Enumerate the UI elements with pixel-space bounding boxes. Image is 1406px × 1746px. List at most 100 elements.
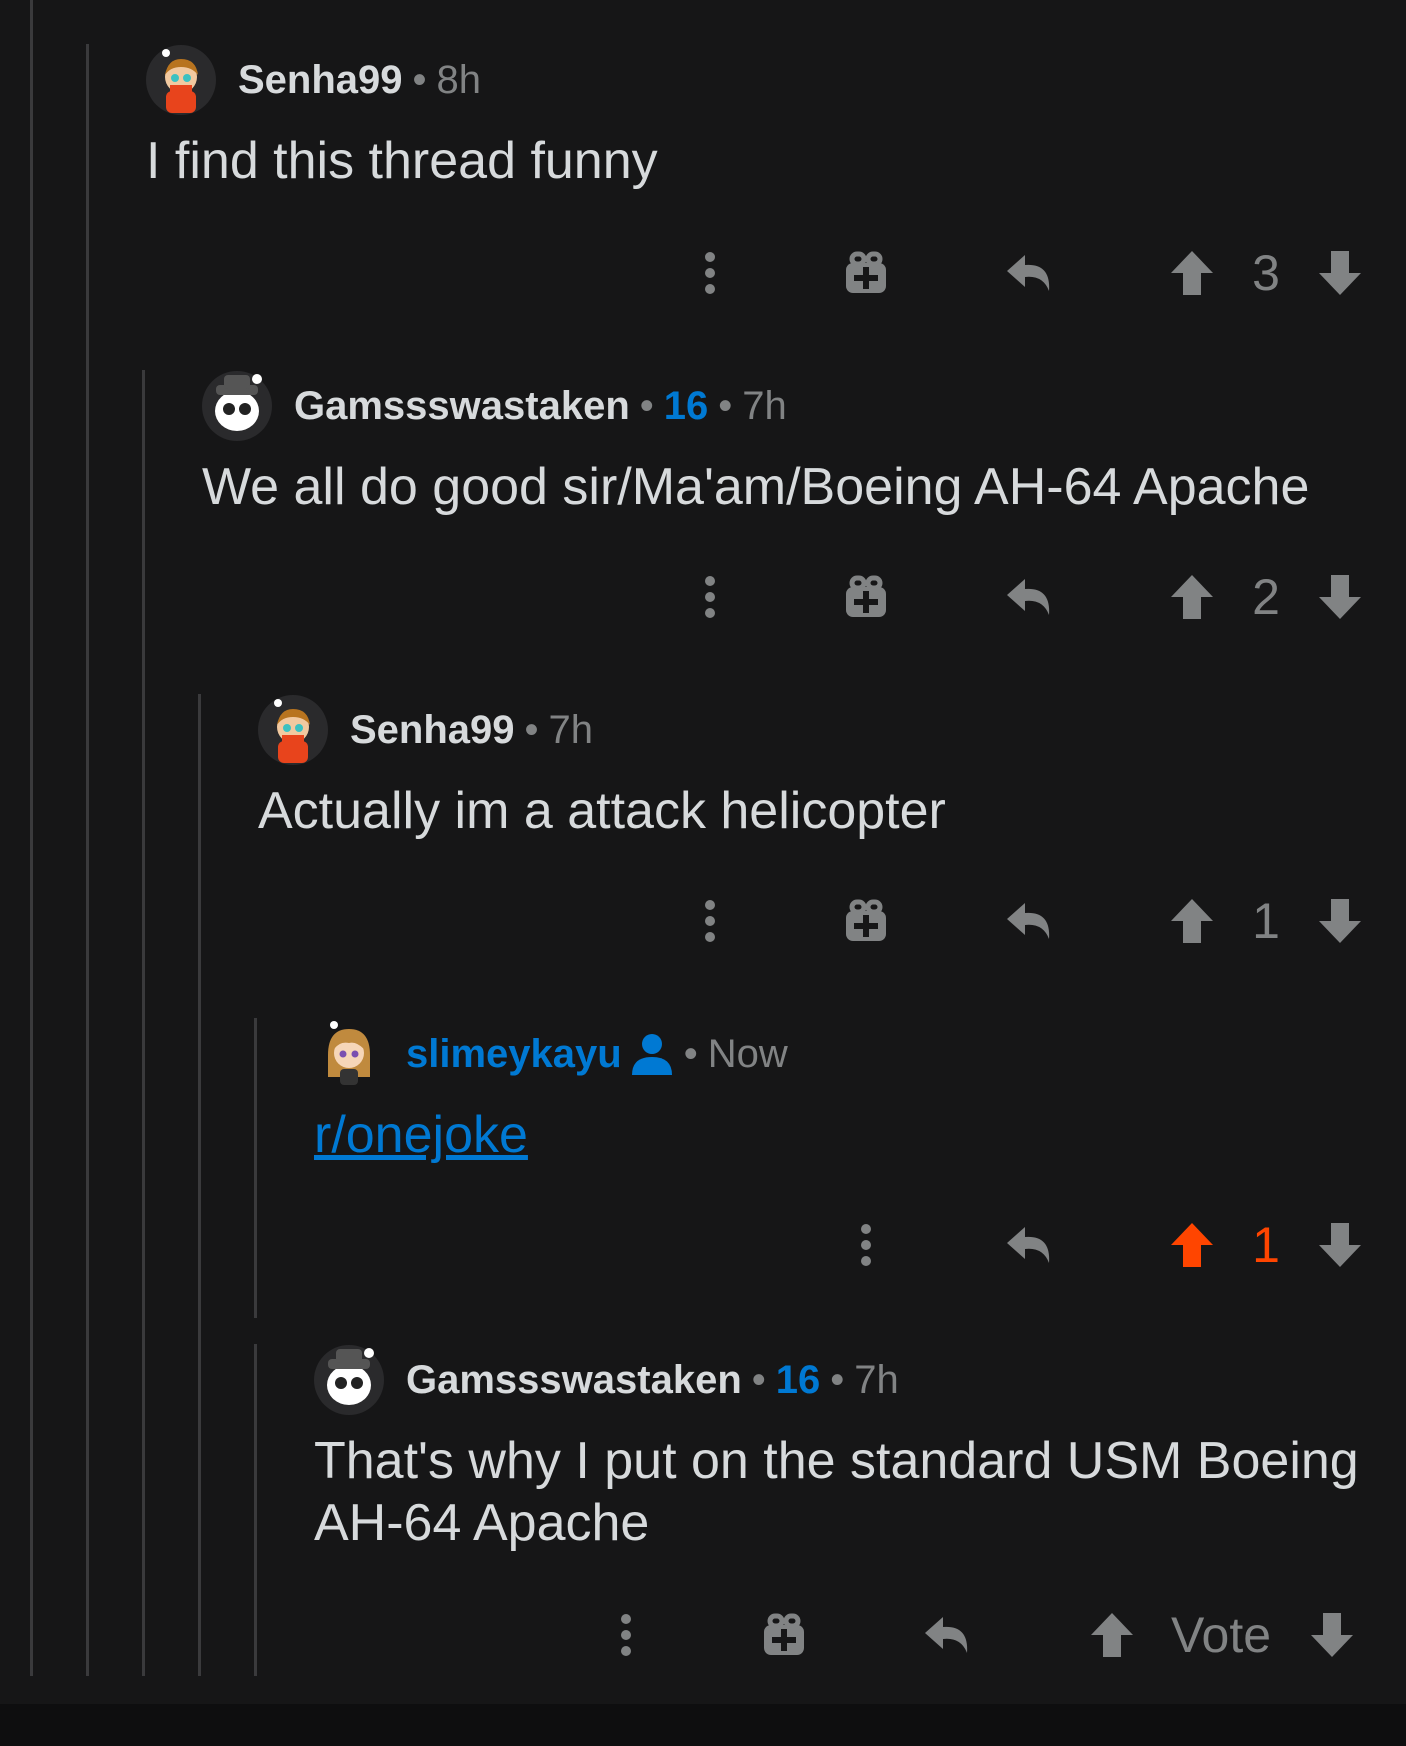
gams-avatar-icon[interactable] [202, 371, 272, 441]
timestamp: 7h [548, 707, 594, 752]
gift-icon [764, 1613, 804, 1655]
subreddit-link[interactable]: r/onejoke [314, 1106, 528, 1164]
downvote-button[interactable] [1310, 1210, 1370, 1280]
username[interactable]: Gamssswastaken [294, 384, 630, 429]
separator-dot: • [683, 1031, 698, 1076]
comment: Senha99 • 7h Actually im a attack helico… [258, 694, 1406, 842]
downvote-arrow-icon [1319, 251, 1361, 295]
separator-dot: • [830, 1357, 845, 1402]
downvote-arrow-icon [1311, 1613, 1353, 1657]
reply-icon [1007, 903, 1050, 939]
separator-dot: • [524, 707, 539, 752]
separator-dot: • [639, 383, 654, 428]
more-options-button[interactable] [680, 886, 740, 956]
gift-icon [846, 899, 886, 941]
more-options-button[interactable] [680, 562, 740, 632]
senha-avatar-icon[interactable] [146, 45, 216, 115]
username[interactable]: Gamssswastaken [406, 1358, 742, 1403]
comment-body-line: That's why I put on the standard USM Boe… [314, 1432, 1359, 1490]
comment-body: I find this thread funny [146, 132, 658, 190]
upvote-button[interactable] [1162, 238, 1222, 308]
more-vertical-icon [861, 1224, 871, 1266]
vote-count: 1 [1252, 893, 1280, 949]
comment-body-line: AH-64 Apache [314, 1494, 650, 1552]
comment-header: Gamssswastaken • 16 • 7h [202, 370, 1406, 442]
vote-label: Vote [1170, 1607, 1272, 1663]
reply-icon [1007, 579, 1050, 615]
thread-line-depth-3[interactable] [198, 694, 201, 1676]
user-flair: 16 [663, 383, 709, 428]
upvote-arrow-icon [1171, 899, 1213, 943]
more-options-button[interactable] [836, 1210, 896, 1280]
downvote-button[interactable] [1310, 886, 1370, 956]
upvote-button[interactable] [1162, 1210, 1222, 1280]
more-options-button[interactable] [596, 1600, 656, 1670]
reply-button[interactable] [990, 1210, 1070, 1280]
comment-actions: Vote [560, 1600, 1360, 1670]
reply-button[interactable] [990, 238, 1070, 308]
separator-dot: • [412, 57, 427, 102]
more-vertical-icon [705, 252, 715, 294]
reply-button[interactable] [990, 886, 1070, 956]
username[interactable]: Senha99 [350, 708, 515, 753]
downvote-arrow-icon [1319, 899, 1361, 943]
thread-line-depth-4b[interactable] [254, 1344, 257, 1676]
bottom-bar [0, 1704, 1406, 1746]
timestamp: Now [707, 1031, 788, 1076]
more-options-button[interactable] [680, 238, 740, 308]
reply-button[interactable] [908, 1600, 988, 1670]
separator-dot: • [751, 1357, 766, 1402]
gift-icon [846, 251, 886, 293]
upvote-button[interactable] [1162, 562, 1222, 632]
comment-header: Senha99 • 7h [258, 694, 1406, 766]
username[interactable]: slimeykayu [406, 1032, 622, 1077]
username[interactable]: Senha99 [238, 58, 403, 103]
comment-header: Senha99 • 8h [146, 44, 1406, 116]
comment-body: r/onejoke [314, 1104, 1406, 1166]
upvote-button[interactable] [1162, 886, 1222, 956]
gift-icon [846, 575, 886, 617]
comment-actions: 1 [640, 1210, 1361, 1280]
downvote-button[interactable] [1310, 238, 1370, 308]
award-button[interactable] [826, 562, 906, 632]
upvote-arrow-icon [1171, 1223, 1213, 1267]
comment: Gamssswastaken • 16 • 7h That's why I pu… [314, 1344, 1406, 1554]
own-profile-icon [630, 1033, 674, 1075]
downvote-button[interactable] [1302, 1600, 1362, 1670]
comment: Gamssswastaken • 16 • 7h We all do good … [202, 370, 1406, 518]
gams-avatar-icon[interactable] [314, 1345, 384, 1415]
comment: Senha99 • 8h I find this thread funny [146, 44, 1406, 192]
thread-line-depth-2[interactable] [142, 370, 145, 1676]
timestamp: 7h [854, 1357, 899, 1402]
upvote-arrow-icon [1171, 251, 1213, 295]
award-button[interactable] [826, 886, 906, 956]
award-button[interactable] [744, 1600, 824, 1670]
user-flair: 16 [775, 1357, 821, 1402]
upvote-arrow-icon [1091, 1613, 1133, 1657]
comment-actions: 1 [640, 886, 1361, 956]
upvote-button[interactable] [1082, 1600, 1142, 1670]
thread-line-depth-1[interactable] [86, 44, 89, 1676]
comment-header: Gamssswastaken • 16 • 7h [314, 1344, 1406, 1416]
reply-button[interactable] [990, 562, 1070, 632]
more-vertical-icon [705, 900, 715, 942]
more-vertical-icon [705, 576, 715, 618]
separator-dot: • [718, 383, 733, 428]
slimey-avatar-icon[interactable] [314, 1019, 384, 1089]
comment: slimeykayu • Now r/onejoke [314, 1018, 1406, 1166]
senha-avatar-icon[interactable] [258, 695, 328, 765]
award-button[interactable] [826, 238, 906, 308]
comment-body: Actually im a attack helicopter [258, 782, 946, 840]
vote-count: 2 [1252, 569, 1280, 625]
thread-line-depth-4a[interactable] [254, 1018, 257, 1318]
more-vertical-icon [621, 1614, 631, 1656]
comment-actions: 2 [640, 562, 1361, 632]
comment-body: That's why I put on the standard USM Boe… [314, 1430, 1406, 1554]
vote-count: 1 [1252, 1217, 1280, 1273]
reply-icon [925, 1617, 968, 1653]
upvote-arrow-icon [1171, 575, 1213, 619]
downvote-button[interactable] [1310, 562, 1370, 632]
thread-line-depth-0[interactable] [30, 0, 33, 1676]
comment-body: We all do good sir/Ma'am/Boeing AH-64 Ap… [202, 458, 1310, 516]
comment-header: slimeykayu • Now [314, 1018, 1406, 1090]
